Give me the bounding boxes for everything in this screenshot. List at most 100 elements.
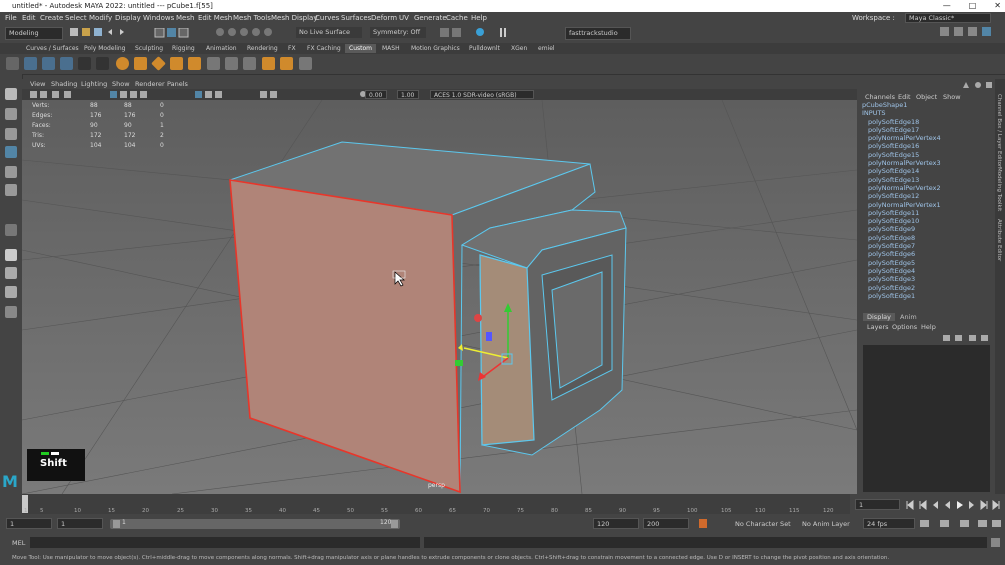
input-node[interactable]: polySoftEdge8 bbox=[862, 234, 992, 242]
shelf-tab-sculpting[interactable]: Sculpting bbox=[131, 44, 167, 53]
input-node[interactable]: polyNormalPerVertex3 bbox=[862, 159, 992, 167]
animation-end-field[interactable]: 200 bbox=[643, 518, 689, 529]
menu-edit[interactable]: Edit bbox=[22, 14, 36, 22]
menu-windows[interactable]: Windows bbox=[143, 14, 174, 22]
range-handle-start[interactable] bbox=[113, 520, 120, 528]
user-account-dropdown[interactable]: fasttrackstudio bbox=[565, 27, 631, 40]
gamma-field[interactable]: 1.00 bbox=[397, 90, 419, 99]
menu-select[interactable]: Select bbox=[65, 14, 87, 22]
layer-action-icons[interactable] bbox=[943, 334, 993, 343]
input-node[interactable]: polySoftEdge16 bbox=[862, 142, 992, 150]
four-view-icon[interactable] bbox=[5, 267, 17, 279]
panel-toggle-icons[interactable] bbox=[940, 27, 1000, 39]
workspace-dropdown[interactable]: Maya Classic* bbox=[905, 13, 991, 23]
paint-select-icon[interactable] bbox=[5, 128, 17, 140]
shelf-tab-curves[interactable]: Curves / Surfaces bbox=[22, 44, 83, 53]
menu-curves[interactable]: Curves bbox=[315, 14, 339, 22]
input-node[interactable]: polySoftEdge14 bbox=[862, 167, 992, 175]
input-node[interactable]: polyNormalPerVertex1 bbox=[862, 201, 992, 209]
shape-node[interactable]: pCubeShape1 bbox=[862, 101, 992, 109]
input-node[interactable]: polySoftEdge1 bbox=[862, 292, 992, 300]
vp-menu-show[interactable]: Show bbox=[112, 80, 130, 88]
lasso-tool-icon[interactable] bbox=[5, 108, 17, 120]
character-set-dropdown[interactable]: No Character Set bbox=[735, 520, 791, 528]
menu-display[interactable]: Display bbox=[115, 14, 141, 22]
input-node[interactable]: polySoftEdge6 bbox=[862, 250, 992, 258]
input-node[interactable]: polySoftEdge12 bbox=[862, 192, 992, 200]
shelf-bridge-icon[interactable] bbox=[280, 57, 293, 70]
cb-menu-channels[interactable]: Channels bbox=[865, 93, 895, 101]
cb-menu-show[interactable]: Show bbox=[943, 93, 961, 101]
tab-modeling-toolkit[interactable]: Modeling Toolkit bbox=[996, 167, 1002, 211]
input-node[interactable]: polySoftEdge5 bbox=[862, 259, 992, 267]
shelf-tab-animation[interactable]: Animation bbox=[202, 44, 241, 53]
minimize-button[interactable]: — bbox=[943, 1, 951, 10]
input-node[interactable]: polySoftEdge10 bbox=[862, 217, 992, 225]
vp-menu-panels[interactable]: Panels bbox=[167, 80, 188, 88]
two-view-icon[interactable] bbox=[5, 286, 17, 298]
close-button[interactable]: ✕ bbox=[994, 1, 1001, 10]
input-node[interactable]: polySoftEdge15 bbox=[862, 151, 992, 159]
shelf-cube2-icon[interactable] bbox=[188, 57, 201, 70]
layer-menu-layers[interactable]: Layers bbox=[867, 323, 889, 331]
menu-surfaces[interactable]: Surfaces bbox=[341, 14, 371, 22]
time-ruler[interactable]: 1 5 10 15 20 25 30 35 40 45 50 55 60 65 … bbox=[22, 494, 850, 514]
tab-attribute-editor[interactable]: Attribute Editor bbox=[996, 219, 1002, 261]
viewport-tool-icons[interactable] bbox=[30, 90, 370, 99]
input-node[interactable]: polySoftEdge17 bbox=[862, 126, 992, 134]
playback-controls[interactable] bbox=[905, 500, 1001, 510]
input-node[interactable]: polySoftEdge11 bbox=[862, 209, 992, 217]
shelf-gear-icon[interactable] bbox=[6, 57, 19, 70]
shelf-tab-poly[interactable]: Poly Modeling bbox=[80, 44, 130, 53]
menu-cache[interactable]: Cache bbox=[446, 14, 468, 22]
menu-create[interactable]: Create bbox=[40, 14, 63, 22]
shelf-cube-icon[interactable] bbox=[134, 57, 147, 70]
shelf-curve2-icon[interactable] bbox=[42, 57, 55, 70]
menu-file[interactable]: File bbox=[5, 14, 17, 22]
fps-dropdown[interactable]: 24 fps bbox=[863, 518, 915, 529]
scale-tool-icon[interactable] bbox=[5, 184, 17, 196]
shelf-diamond-icon[interactable] bbox=[151, 56, 166, 71]
menu-mesh[interactable]: Mesh bbox=[176, 14, 194, 22]
rotate-tool-icon[interactable] bbox=[5, 166, 17, 178]
input-node[interactable]: polyNormalPerVertex4 bbox=[862, 134, 992, 142]
exposure-field[interactable]: 0.00 bbox=[365, 90, 387, 99]
range-handle-end[interactable] bbox=[391, 520, 398, 528]
layer-menu-options[interactable]: Options bbox=[892, 323, 917, 331]
layer-list[interactable] bbox=[863, 345, 990, 492]
input-node[interactable]: polySoftEdge3 bbox=[862, 275, 992, 283]
shelf-curve3-icon[interactable] bbox=[60, 57, 73, 70]
shelf-multicut-icon[interactable] bbox=[299, 57, 312, 70]
single-view-icon[interactable] bbox=[5, 249, 17, 261]
range-extra-icons[interactable] bbox=[920, 519, 1002, 529]
soft-mod-icon[interactable] bbox=[5, 224, 17, 236]
shelf-tab-motion-graphics[interactable]: Motion Graphics bbox=[407, 44, 464, 53]
shelf-tab-fx-caching[interactable]: FX Caching bbox=[303, 44, 345, 53]
shelf-cylinder-icon[interactable] bbox=[170, 57, 183, 70]
menu-mesh-display[interactable]: Mesh Display bbox=[271, 14, 317, 22]
input-node[interactable]: polySoftEdge13 bbox=[862, 176, 992, 184]
menu-help[interactable]: Help bbox=[471, 14, 487, 22]
input-node[interactable]: polySoftEdge18 bbox=[862, 118, 992, 126]
playback-end-field[interactable]: 120 bbox=[593, 518, 639, 529]
live-surface-field[interactable]: No Live Surface bbox=[296, 27, 362, 38]
menu-deform[interactable]: Deform bbox=[371, 14, 397, 22]
range-slider-bar[interactable]: 1 120 bbox=[110, 519, 400, 529]
vp-menu-view[interactable]: View bbox=[30, 80, 45, 88]
scene-canvas[interactable] bbox=[22, 100, 857, 494]
vp-menu-lighting[interactable]: Lighting bbox=[81, 80, 107, 88]
menuset-dropdown[interactable]: Modeling bbox=[5, 27, 63, 40]
animation-start-field[interactable]: 1 bbox=[6, 518, 52, 529]
shelf-curve-icon[interactable] bbox=[24, 57, 37, 70]
shelf-ft-icon[interactable] bbox=[78, 57, 91, 70]
auto-key-icon[interactable] bbox=[699, 519, 707, 528]
viewport-persp[interactable]: Verts: 88 88 0 Edges: 176 176 0 Faces: 90 90 1 Tr… bbox=[22, 100, 857, 494]
menu-mesh-tools[interactable]: Mesh Tools bbox=[233, 14, 271, 22]
select-tool-icon[interactable] bbox=[5, 88, 17, 100]
shelf-tab-fx[interactable]: FX bbox=[284, 44, 300, 53]
command-input[interactable] bbox=[30, 537, 420, 548]
cb-menu-object[interactable]: Object bbox=[916, 93, 937, 101]
shelf-tab-pulldownit[interactable]: Pulldownlt bbox=[465, 44, 504, 53]
menu-modify[interactable]: Modify bbox=[89, 14, 112, 22]
shelf-bevel-icon[interactable] bbox=[243, 57, 256, 70]
